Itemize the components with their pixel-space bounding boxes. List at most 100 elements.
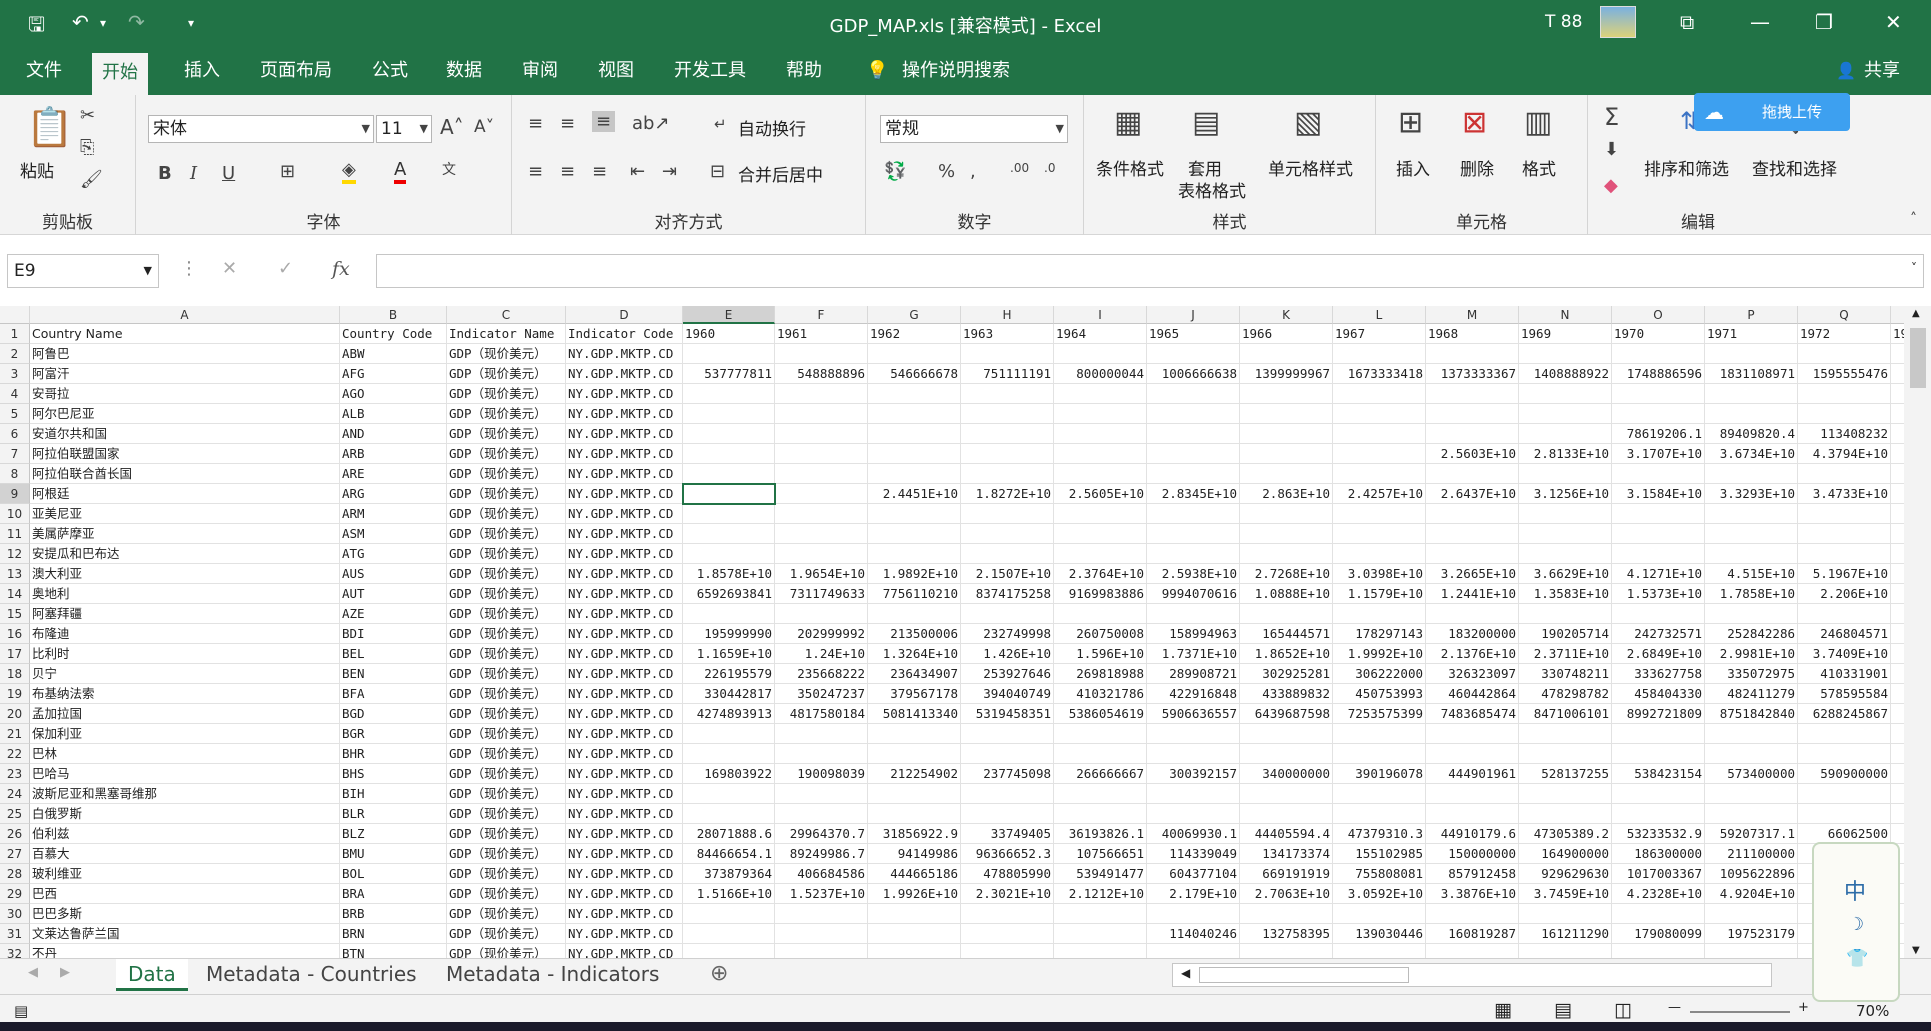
cell-d3[interactable]: NY.GDP.MKTP.CD [566, 364, 683, 384]
cell-b8[interactable]: ARE [340, 464, 447, 484]
scrollbar-thumb[interactable] [1910, 328, 1926, 388]
cell-q12[interactable] [1798, 544, 1891, 564]
cell-q23[interactable]: 590900000 [1798, 764, 1891, 784]
cell-styles-icon[interactable]: ▧ [1294, 105, 1322, 140]
cell-f21[interactable] [775, 724, 868, 744]
cell-n32[interactable] [1519, 944, 1612, 958]
cell-j16[interactable]: 158994963 [1147, 624, 1240, 644]
cell-l23[interactable]: 390196078 [1333, 764, 1426, 784]
cell-a29[interactable]: 巴西 [30, 884, 340, 904]
cell-d1[interactable]: Indicator Code [566, 324, 683, 344]
cell-l8[interactable] [1333, 464, 1426, 484]
column-header-l[interactable]: L [1333, 306, 1426, 324]
column-header-o[interactable]: O [1612, 306, 1705, 324]
scroll-down-icon[interactable]: ▼ [1912, 945, 1920, 956]
cell-h31[interactable] [961, 924, 1054, 944]
cell-b25[interactable]: BLR [340, 804, 447, 824]
cell-h24[interactable] [961, 784, 1054, 804]
bold-button[interactable]: B [158, 163, 172, 184]
row-header-27[interactable]: 27 [0, 844, 30, 864]
clear-icon[interactable]: ◆ [1604, 175, 1618, 196]
cell-k8[interactable] [1240, 464, 1333, 484]
cell-r16[interactable] [1891, 624, 1904, 644]
cell-k28[interactable]: 669191919 [1240, 864, 1333, 884]
name-box[interactable]: E9 ▼ [7, 254, 159, 288]
cell-c12[interactable]: GDP（现价美元） [447, 544, 566, 564]
cell-o1[interactable]: 1970 [1612, 324, 1705, 344]
cell-p22[interactable] [1705, 744, 1798, 764]
cell-j7[interactable] [1147, 444, 1240, 464]
cell-m1[interactable]: 1968 [1426, 324, 1519, 344]
cell-e22[interactable] [683, 744, 775, 764]
cell-d26[interactable]: NY.GDP.MKTP.CD [566, 824, 683, 844]
cell-d12[interactable]: NY.GDP.MKTP.CD [566, 544, 683, 564]
row-header-10[interactable]: 10 [0, 504, 30, 524]
row-header-24[interactable]: 24 [0, 784, 30, 804]
tab-help[interactable]: 帮助 [776, 47, 832, 95]
cell-l24[interactable] [1333, 784, 1426, 804]
cell-b10[interactable]: ARM [340, 504, 447, 524]
cell-p5[interactable] [1705, 404, 1798, 424]
row-header-22[interactable]: 22 [0, 744, 30, 764]
cell-k17[interactable]: 1.8652E+10 [1240, 644, 1333, 664]
select-all-corner[interactable] [0, 306, 30, 324]
cell-i29[interactable]: 2.1212E+10 [1054, 884, 1147, 904]
cell-f9[interactable] [775, 484, 868, 504]
cell-m15[interactable] [1426, 604, 1519, 624]
underline-button[interactable]: U [222, 163, 235, 184]
cell-h14[interactable]: 8374175258 [961, 584, 1054, 604]
restore-icon[interactable]: ❐ [1815, 10, 1833, 34]
cell-i28[interactable]: 539491477 [1054, 864, 1147, 884]
cell-o32[interactable] [1612, 944, 1705, 958]
cell-p3[interactable]: 1831108971 [1705, 364, 1798, 384]
cell-h19[interactable]: 394040749 [961, 684, 1054, 704]
cell-a4[interactable]: 安哥拉 [30, 384, 340, 404]
cell-o15[interactable] [1612, 604, 1705, 624]
format-cells-icon[interactable]: ▥ [1524, 105, 1552, 140]
cell-n20[interactable]: 8471006101 [1519, 704, 1612, 724]
cell-a32[interactable]: 不丹 [30, 944, 340, 958]
cell-j5[interactable] [1147, 404, 1240, 424]
column-header-e[interactable]: E [683, 306, 775, 324]
cell-i6[interactable] [1054, 424, 1147, 444]
italic-button[interactable]: I [190, 163, 197, 184]
cell-c16[interactable]: GDP（现价美元） [447, 624, 566, 644]
cell-g1[interactable]: 1962 [868, 324, 961, 344]
cell-c29[interactable]: GDP（现价美元） [447, 884, 566, 904]
cell-j31[interactable]: 114040246 [1147, 924, 1240, 944]
cell-j15[interactable] [1147, 604, 1240, 624]
cell-n26[interactable]: 47305389.2 [1519, 824, 1612, 844]
cell-j30[interactable] [1147, 904, 1240, 924]
cell-m27[interactable]: 150000000 [1426, 844, 1519, 864]
cell-o22[interactable] [1612, 744, 1705, 764]
insert-function-button[interactable]: fx [332, 258, 350, 280]
cell-g12[interactable] [868, 544, 961, 564]
cell-m19[interactable]: 460442864 [1426, 684, 1519, 704]
cell-p30[interactable] [1705, 904, 1798, 924]
cell-i5[interactable] [1054, 404, 1147, 424]
cell-l3[interactable]: 1673333418 [1333, 364, 1426, 384]
cell-l27[interactable]: 155102985 [1333, 844, 1426, 864]
cell-a11[interactable]: 美属萨摩亚 [30, 524, 340, 544]
cell-i21[interactable] [1054, 724, 1147, 744]
paste-icon[interactable]: 📋 [26, 105, 73, 150]
cell-j18[interactable]: 289908721 [1147, 664, 1240, 684]
row-header-1[interactable]: 1 [0, 324, 30, 344]
cell-e16[interactable]: 195999990 [683, 624, 775, 644]
cell-h2[interactable] [961, 344, 1054, 364]
row-header-32[interactable]: 32 [0, 944, 30, 958]
cell-g30[interactable] [868, 904, 961, 924]
cell-o9[interactable]: 3.1584E+10 [1612, 484, 1705, 504]
cell-i31[interactable] [1054, 924, 1147, 944]
cell-j20[interactable]: 5906636557 [1147, 704, 1240, 724]
cell-p28[interactable]: 1095622896 [1705, 864, 1798, 884]
orientation-icon[interactable]: ab↗ [632, 113, 670, 134]
cell-m26[interactable]: 44910179.6 [1426, 824, 1519, 844]
cell-n12[interactable] [1519, 544, 1612, 564]
cell-o23[interactable]: 538423154 [1612, 764, 1705, 784]
cell-j22[interactable] [1147, 744, 1240, 764]
cell-k11[interactable] [1240, 524, 1333, 544]
cell-i18[interactable]: 269818988 [1054, 664, 1147, 684]
cell-k26[interactable]: 44405594.4 [1240, 824, 1333, 844]
cell-p29[interactable]: 4.9204E+10 [1705, 884, 1798, 904]
